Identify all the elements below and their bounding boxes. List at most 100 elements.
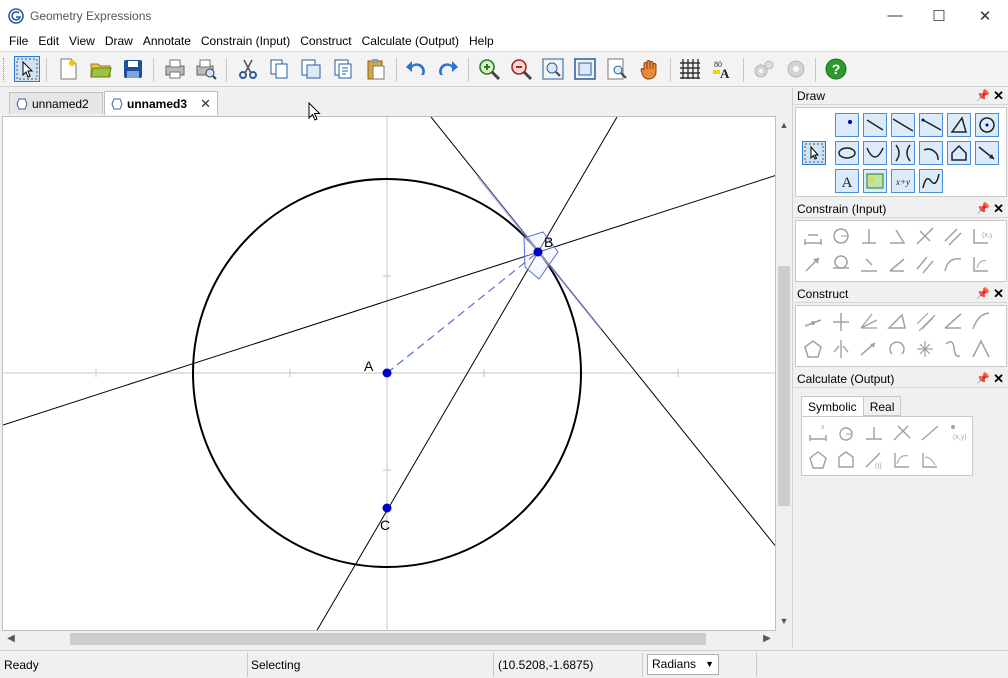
- vertical-scrollbar[interactable]: ▲ ▼: [776, 116, 792, 631]
- calc-coordinates-tool[interactable]: (x,y): [946, 420, 970, 444]
- construct-envelope-tool[interactable]: [969, 337, 993, 361]
- line-through-b-1[interactable]: [3, 175, 776, 426]
- constrain-slope-tool[interactable]: [885, 252, 909, 276]
- menu-constrain[interactable]: Constrain (Input): [196, 31, 295, 51]
- zoom-in-button[interactable]: [476, 56, 502, 82]
- draw-picture-tool[interactable]: [863, 169, 887, 193]
- text-format-button[interactable]: 80 A: [710, 56, 736, 82]
- construct-rotation-tool[interactable]: [885, 337, 909, 361]
- construct-perpendicular-tool[interactable]: [829, 309, 853, 333]
- minimize-button[interactable]: —: [872, 0, 918, 31]
- menu-edit[interactable]: Edit: [33, 31, 64, 51]
- vertical-scroll-thumb[interactable]: [778, 266, 790, 506]
- draw-point-tool[interactable]: [835, 113, 859, 137]
- tab-symbolic[interactable]: Symbolic: [801, 396, 864, 417]
- pin-icon[interactable]: 📌: [976, 202, 990, 215]
- calc-perimeter-tool[interactable]: [834, 448, 858, 472]
- calc-equation-tool[interactable]: [918, 420, 942, 444]
- horizontal-scrollbar[interactable]: ◀ ▶: [2, 631, 776, 647]
- help-button[interactable]: ?: [823, 56, 849, 82]
- constrain-angle-tool[interactable]: [885, 224, 909, 248]
- close-panel-icon[interactable]: ✕: [993, 371, 1004, 387]
- close-panel-icon[interactable]: ✕: [993, 286, 1004, 302]
- calc-distance-tool[interactable]: x: [806, 420, 830, 444]
- constrain-equal-tool[interactable]: [913, 252, 937, 276]
- geometry-canvas[interactable]: A B C: [2, 116, 776, 631]
- constrain-parallel-tool[interactable]: [941, 224, 965, 248]
- pin-icon[interactable]: 📌: [976, 89, 990, 102]
- draw-line-tool[interactable]: [891, 113, 915, 137]
- pin-icon[interactable]: 📌: [976, 372, 990, 385]
- constrain-curve-tool[interactable]: [941, 252, 965, 276]
- draw-expression-tool[interactable]: x+y: [891, 169, 915, 193]
- horizontal-scroll-thumb[interactable]: [70, 633, 706, 645]
- draw-hyperbola-tool[interactable]: [891, 141, 915, 165]
- dashed-segment-ab[interactable]: [386, 251, 539, 374]
- draw-function-tool[interactable]: [919, 169, 943, 193]
- constrain-radius-tool[interactable]: [829, 224, 853, 248]
- close-panel-icon[interactable]: ✕: [993, 88, 1004, 104]
- zoom-out-button[interactable]: [508, 56, 534, 82]
- draw-select-tool[interactable]: [802, 141, 826, 165]
- construct-triangle-tool[interactable]: [885, 309, 909, 333]
- tab-real[interactable]: Real: [862, 396, 902, 416]
- constrain-incident-tool[interactable]: [913, 224, 937, 248]
- menu-file[interactable]: File: [4, 31, 33, 51]
- save-button[interactable]: [120, 56, 146, 82]
- menu-construct[interactable]: Construct: [295, 31, 356, 51]
- constrain-perpendicular-tool[interactable]: [857, 224, 881, 248]
- draw-ellipse-tool[interactable]: [835, 141, 859, 165]
- zoom-page-button[interactable]: [604, 56, 630, 82]
- calc-angle-tool[interactable]: [862, 420, 886, 444]
- construct-tangent-tool[interactable]: [941, 309, 965, 333]
- tab-unnamed2[interactable]: unnamed2: [9, 92, 103, 114]
- zoom-window-button[interactable]: [540, 56, 566, 82]
- calc-area-tool[interactable]: [806, 448, 830, 472]
- draw-circle-tool[interactable]: [975, 113, 999, 137]
- redo-button[interactable]: [435, 56, 461, 82]
- draw-text-tool[interactable]: A: [835, 169, 859, 193]
- zoom-fit-button[interactable]: [572, 56, 598, 82]
- constrain-implicit-tool[interactable]: [969, 252, 993, 276]
- angle-unit-select[interactable]: Radians ▼: [647, 654, 719, 675]
- close-panel-icon[interactable]: ✕: [993, 201, 1004, 217]
- constrain-distance-tool[interactable]: [801, 224, 825, 248]
- print-button[interactable]: [162, 56, 188, 82]
- scroll-left-icon[interactable]: ◀: [4, 631, 18, 647]
- construct-locus-tool[interactable]: [969, 309, 993, 333]
- calc-curve-tool[interactable]: [918, 448, 942, 472]
- constrain-tangent-tool[interactable]: [829, 252, 853, 276]
- toolbar-grip[interactable]: [3, 58, 6, 82]
- maximize-button[interactable]: ☐: [916, 0, 962, 31]
- tab-unnamed3[interactable]: unnamed3 ✕: [104, 91, 218, 115]
- draw-polygon-tool[interactable]: [947, 113, 971, 137]
- menu-view[interactable]: View: [64, 31, 100, 51]
- animate-settings-button[interactable]: [783, 56, 809, 82]
- calc-implicit-equation-tool[interactable]: [890, 448, 914, 472]
- calc-radius-tool[interactable]: [834, 420, 858, 444]
- scroll-up-icon[interactable]: ▲: [776, 118, 792, 132]
- construct-polygon-tool[interactable]: [801, 337, 825, 361]
- calc-parametric-tool[interactable]: (t): [862, 448, 886, 472]
- close-tab-icon[interactable]: ✕: [200, 96, 211, 112]
- draw-ray-tool[interactable]: [919, 113, 943, 137]
- line-through-b-c[interactable]: [316, 117, 618, 631]
- new-file-button[interactable]: [55, 56, 81, 82]
- pan-button[interactable]: [637, 56, 663, 82]
- menu-calculate[interactable]: Calculate (Output): [357, 31, 464, 51]
- draw-segment-tool[interactable]: [863, 113, 887, 137]
- draw-vector-tool[interactable]: [975, 141, 999, 165]
- draw-parabola-tool[interactable]: [863, 141, 887, 165]
- scroll-down-icon[interactable]: ▼: [776, 614, 792, 628]
- draw-arc-tool[interactable]: [919, 141, 943, 165]
- construct-translation-tool[interactable]: [857, 337, 881, 361]
- construct-dilation-tool[interactable]: [913, 337, 937, 361]
- constrain-congruent-tool[interactable]: [857, 252, 881, 276]
- pin-icon[interactable]: 📌: [976, 287, 990, 300]
- calc-slope-tool[interactable]: [890, 420, 914, 444]
- menu-draw[interactable]: Draw: [100, 31, 138, 51]
- copy-button[interactable]: [266, 56, 292, 82]
- copy-as-button[interactable]: [298, 56, 324, 82]
- point-a[interactable]: [382, 368, 392, 378]
- menu-help[interactable]: Help: [464, 31, 499, 51]
